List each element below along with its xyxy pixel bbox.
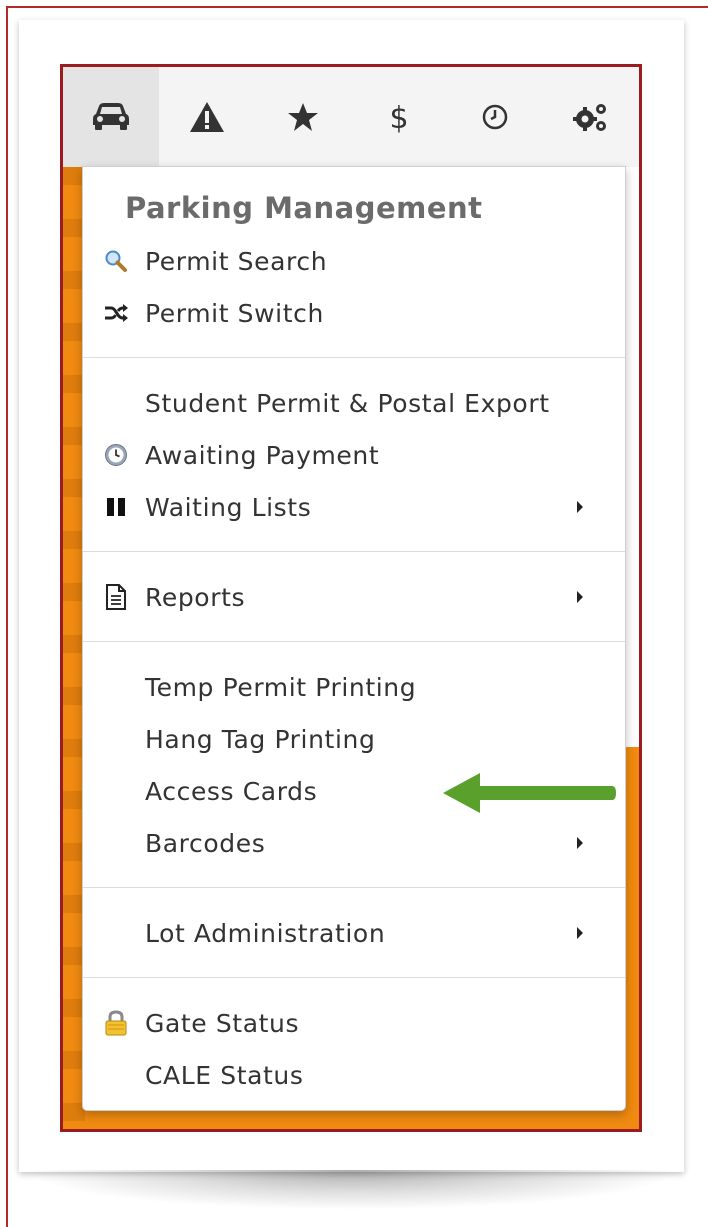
- outer-frame-top: [6, 6, 708, 8]
- nav-alerts[interactable]: [159, 67, 255, 167]
- menu-item-label: Gate Status: [145, 1008, 300, 1038]
- menu-header: Parking Management: [125, 191, 483, 225]
- menu-item-label: Awaiting Payment: [145, 440, 380, 470]
- menu-item-label: Lot Administration: [145, 918, 386, 948]
- shuffle-icon: [103, 300, 129, 326]
- menu-item-label: Permit Switch: [145, 298, 324, 328]
- menu-item-label: Waiting Lists: [145, 492, 312, 522]
- clock-icon: [103, 442, 129, 468]
- document-icon: [103, 584, 129, 610]
- menu-divider: [83, 357, 625, 358]
- chevron-right-icon: [577, 591, 583, 603]
- chevron-right-icon: [577, 927, 583, 939]
- svg-text:$: $: [389, 101, 408, 134]
- menu-divider: [83, 641, 625, 642]
- top-navbar: $: [63, 67, 639, 167]
- magnifier-icon: [103, 248, 129, 274]
- car-icon: [93, 103, 129, 130]
- chevron-right-icon: [577, 837, 583, 849]
- card-shadow: [20, 1170, 684, 1210]
- menu-item-label: Barcodes: [145, 828, 266, 858]
- menu-item-waiting-lists[interactable]: Waiting Lists: [83, 485, 625, 529]
- menu-item-awaiting-payment[interactable]: Awaiting Payment: [83, 433, 625, 477]
- menu-divider: [83, 977, 625, 978]
- nav-parking[interactable]: [63, 67, 159, 167]
- menu-item-permit-search[interactable]: Permit Search: [83, 239, 625, 283]
- chevron-right-icon: [577, 501, 583, 513]
- parking-dropdown-menu: Parking Management Permit Search Permit …: [82, 166, 626, 1111]
- warning-icon: [190, 102, 224, 132]
- menu-item-cale-status[interactable]: CALE Status: [83, 1053, 625, 1097]
- nav-history[interactable]: [447, 67, 543, 167]
- menu-item-student-permit-postal-export[interactable]: Student Permit & Postal Export: [83, 381, 625, 425]
- menu-item-hang-tag-printing[interactable]: Hang Tag Printing: [83, 717, 625, 761]
- clock-icon: [482, 104, 508, 130]
- dollar-icon: $: [389, 101, 408, 134]
- menu-item-temp-permit-printing[interactable]: Temp Permit Printing: [83, 665, 625, 709]
- nav-settings[interactable]: [543, 67, 639, 167]
- menu-item-label: Temp Permit Printing: [145, 672, 417, 702]
- menu-item-label: Access Cards: [145, 776, 318, 806]
- menu-item-label: Student Permit & Postal Export: [145, 388, 550, 418]
- menu-item-barcodes[interactable]: Barcodes: [83, 821, 625, 865]
- outer-frame-left: [6, 6, 8, 1227]
- menu-item-label: Reports: [145, 582, 246, 612]
- menu-divider: [83, 887, 625, 888]
- menu-item-label: CALE Status: [145, 1060, 304, 1090]
- lock-icon: [103, 1010, 129, 1036]
- menu-item-label: Hang Tag Printing: [145, 724, 376, 754]
- menu-divider: [83, 551, 625, 552]
- gears-icon: [573, 104, 606, 131]
- nav-favorites[interactable]: [255, 67, 351, 167]
- menu-item-label: Permit Search: [145, 246, 328, 276]
- star-icon: [288, 103, 318, 131]
- menu-item-gate-status[interactable]: Gate Status: [83, 1001, 625, 1045]
- green-arrow-annotation: [440, 770, 620, 820]
- nav-finance[interactable]: $: [351, 67, 447, 167]
- pause-icon: [103, 494, 129, 520]
- menu-item-reports[interactable]: Reports: [83, 575, 625, 619]
- menu-item-lot-administration[interactable]: Lot Administration: [83, 911, 625, 955]
- menu-item-permit-switch[interactable]: Permit Switch: [83, 291, 625, 335]
